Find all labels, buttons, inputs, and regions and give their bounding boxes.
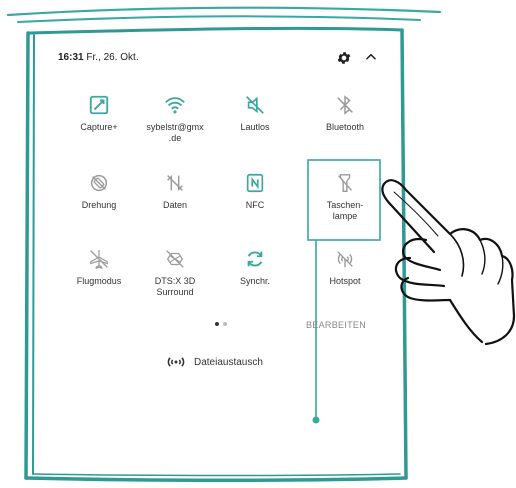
chevron-up-icon[interactable]: [364, 50, 378, 64]
tile-rotation[interactable]: Drehung: [56, 172, 142, 211]
tile-bluetooth[interactable]: Bluetooth: [302, 94, 388, 133]
tile-dts[interactable]: DTS:X 3D Surround: [132, 248, 218, 298]
tile-label: NFC: [245, 200, 265, 210]
mute-icon: [246, 96, 264, 114]
page-indicator: [215, 322, 227, 326]
hotspot-off-icon: [337, 251, 353, 268]
broadcast-icon: [167, 357, 185, 367]
tile-airplane[interactable]: Flugmodus: [56, 248, 142, 287]
tile-label: Synchr.: [239, 276, 270, 286]
dts-off-icon: [166, 250, 184, 268]
nfc-icon: [246, 173, 264, 193]
tile-label: Flugmodus: [76, 276, 122, 286]
sync-icon: [247, 251, 263, 267]
tile-label: Bluetooth: [325, 122, 365, 132]
tile-label: DTS:X 3D Surround: [154, 276, 196, 297]
airplane-off-icon: [90, 249, 108, 269]
tile-mute[interactable]: Lautlos: [212, 94, 298, 133]
bluetooth-off-icon: [337, 95, 353, 115]
wifi-icon: [165, 97, 185, 114]
capture-icon: [89, 95, 109, 115]
status-time: 16:31: [58, 52, 84, 63]
data-off-icon: [167, 174, 183, 192]
file-sharing-label: Dateiaustausch: [194, 356, 263, 368]
edit-button[interactable]: BEARBEITEN: [306, 320, 366, 330]
tile-label: sybelstr@gmx .de: [146, 122, 204, 143]
gear-icon[interactable]: [336, 50, 352, 66]
status-date: Fr., 26. Okt.: [86, 52, 139, 63]
tile-label: Capture+: [80, 122, 118, 132]
rotation-off-icon: [90, 174, 108, 192]
tile-label: Daten: [162, 200, 188, 210]
status-bar-datetime: 16:31 Fr., 26. Okt.: [58, 52, 139, 63]
pointing-hand-icon: [381, 179, 516, 346]
quick-settings-panel: 16:31 Fr., 26. Okt. Capture+ sybelstr@gm…: [40, 38, 396, 478]
tile-capture[interactable]: Capture+: [56, 94, 142, 133]
tile-data[interactable]: Daten: [132, 172, 218, 211]
tile-label: Lautlos: [240, 122, 270, 132]
tile-label: Drehung: [81, 200, 117, 210]
file-sharing-button[interactable]: Dateiaustausch: [166, 353, 263, 371]
flashlight-off-icon: [338, 174, 352, 192]
tile-wifi[interactable]: sybelstr@gmx .de: [132, 94, 218, 144]
tile-sync[interactable]: Synchr.: [212, 248, 298, 287]
tile-nfc[interactable]: NFC: [212, 172, 298, 211]
